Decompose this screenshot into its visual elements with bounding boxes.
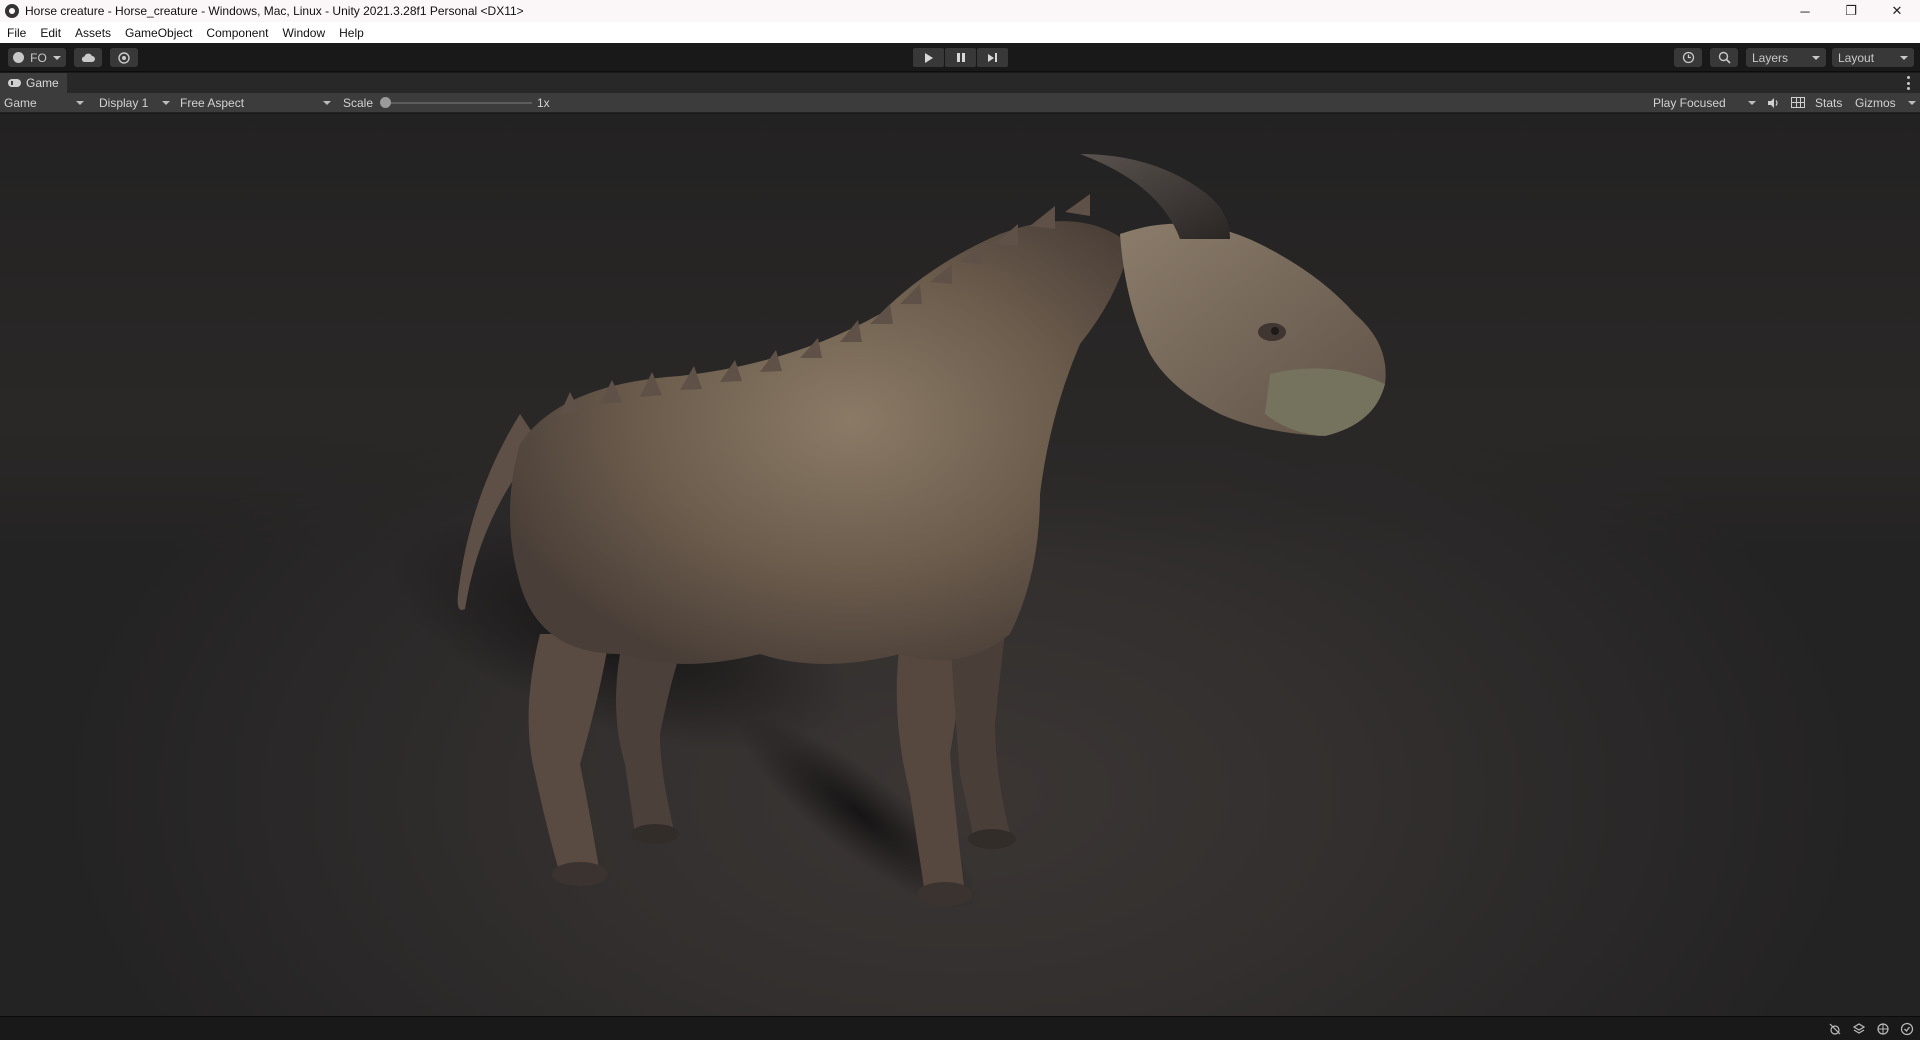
- view-mode-label: Game: [4, 96, 37, 110]
- scale-slider-handle[interactable]: [380, 97, 391, 108]
- step-button[interactable]: [977, 48, 1008, 67]
- playmode-controls: [913, 48, 1008, 67]
- menu-gameobject[interactable]: GameObject: [125, 26, 199, 40]
- horse-creature-render: [389, 154, 1386, 912]
- chevron-down-icon: [76, 101, 84, 105]
- menu-file[interactable]: File: [7, 26, 33, 40]
- tab-game-label: Game: [26, 76, 59, 90]
- play-icon: [924, 52, 933, 63]
- game-window-tabbar: Game: [0, 73, 1920, 93]
- pause-icon: [956, 53, 965, 62]
- main-toolbar: FO Layers Layout: [0, 43, 1920, 72]
- menu-edit[interactable]: Edit: [40, 26, 68, 40]
- chevron-down-icon: [52, 55, 61, 60]
- window-controls: ─ ❐ ✕: [1782, 0, 1920, 22]
- chevron-down-icon: [1748, 101, 1756, 105]
- restore-button[interactable]: ❐: [1828, 0, 1874, 22]
- gizmos-label: Gizmos: [1855, 96, 1896, 110]
- more-options-icon[interactable]: [1907, 76, 1910, 90]
- menu-bar: File Edit Assets GameObject Component Wi…: [0, 22, 1920, 43]
- undo-history-button[interactable]: [1674, 48, 1702, 67]
- status-bar: [0, 1016, 1920, 1040]
- scale-label: Scale: [343, 96, 374, 110]
- chevron-down-icon: [1900, 55, 1908, 60]
- menu-component[interactable]: Component: [206, 26, 275, 40]
- status-icons: [1828, 1022, 1914, 1036]
- aspect-dropdown[interactable]: Free Aspect: [176, 94, 335, 112]
- search-button[interactable]: [1710, 48, 1738, 67]
- layers-dropdown[interactable]: Layers: [1746, 48, 1826, 67]
- check-circle-icon[interactable]: [1900, 1022, 1914, 1036]
- title-bar: Horse creature - Horse_creature - Window…: [0, 0, 1920, 22]
- menu-window[interactable]: Window: [282, 26, 332, 40]
- view-mode-dropdown[interactable]: Game: [0, 94, 88, 112]
- cloud-icon: [81, 53, 95, 62]
- collab-icon: [118, 51, 130, 64]
- play-button[interactable]: [913, 48, 944, 67]
- window-title: Horse creature - Horse_creature - Window…: [25, 4, 524, 18]
- play-focus-label: Play Focused: [1653, 96, 1726, 110]
- cloud-button[interactable]: [74, 48, 102, 67]
- layout-dropdown[interactable]: Layout: [1832, 48, 1914, 67]
- tab-game[interactable]: Game: [0, 73, 67, 93]
- close-button[interactable]: ✕: [1874, 0, 1920, 22]
- play-focus-dropdown[interactable]: Play Focused: [1649, 94, 1760, 112]
- layers-stack-icon[interactable]: [1852, 1022, 1866, 1036]
- network-icon[interactable]: [1876, 1022, 1890, 1036]
- minimize-button[interactable]: ─: [1782, 0, 1828, 22]
- search-icon: [1718, 51, 1731, 64]
- chevron-down-icon: [1908, 101, 1916, 105]
- chevron-down-icon: [1812, 55, 1820, 60]
- display-label: Display 1: [99, 96, 149, 110]
- account-label: FO: [30, 50, 47, 65]
- aspect-label: Free Aspect: [180, 96, 245, 110]
- collab-button[interactable]: [110, 48, 138, 67]
- display-dropdown[interactable]: Display 1: [95, 94, 174, 112]
- grid-icon[interactable]: [1791, 97, 1805, 108]
- speaker-icon[interactable]: [1766, 96, 1780, 110]
- chevron-down-icon: [162, 101, 170, 105]
- scale-value: 1x: [537, 96, 550, 110]
- layers-label: Layers: [1752, 50, 1789, 65]
- game-view-toolbar: Game Display 1 Free Aspect Scale 1x Play…: [0, 93, 1920, 113]
- layout-label: Layout: [1838, 50, 1875, 65]
- scale-slider-track[interactable]: [384, 102, 532, 104]
- stats-toggle[interactable]: Stats: [1815, 96, 1842, 110]
- chevron-down-icon: [323, 101, 331, 105]
- person-icon: [13, 52, 24, 63]
- debug-icon[interactable]: [1828, 1022, 1842, 1036]
- gamepad-icon: [8, 79, 21, 87]
- menu-assets[interactable]: Assets: [75, 26, 118, 40]
- menu-help[interactable]: Help: [339, 26, 371, 40]
- account-dropdown[interactable]: FO: [8, 48, 66, 67]
- pause-button[interactable]: [945, 48, 976, 67]
- step-icon: [988, 53, 997, 62]
- gizmos-dropdown[interactable]: Gizmos: [1851, 94, 1920, 112]
- game-viewport[interactable]: [0, 114, 1920, 1016]
- history-icon: [1682, 51, 1694, 64]
- unity-logo-icon: [5, 4, 19, 18]
